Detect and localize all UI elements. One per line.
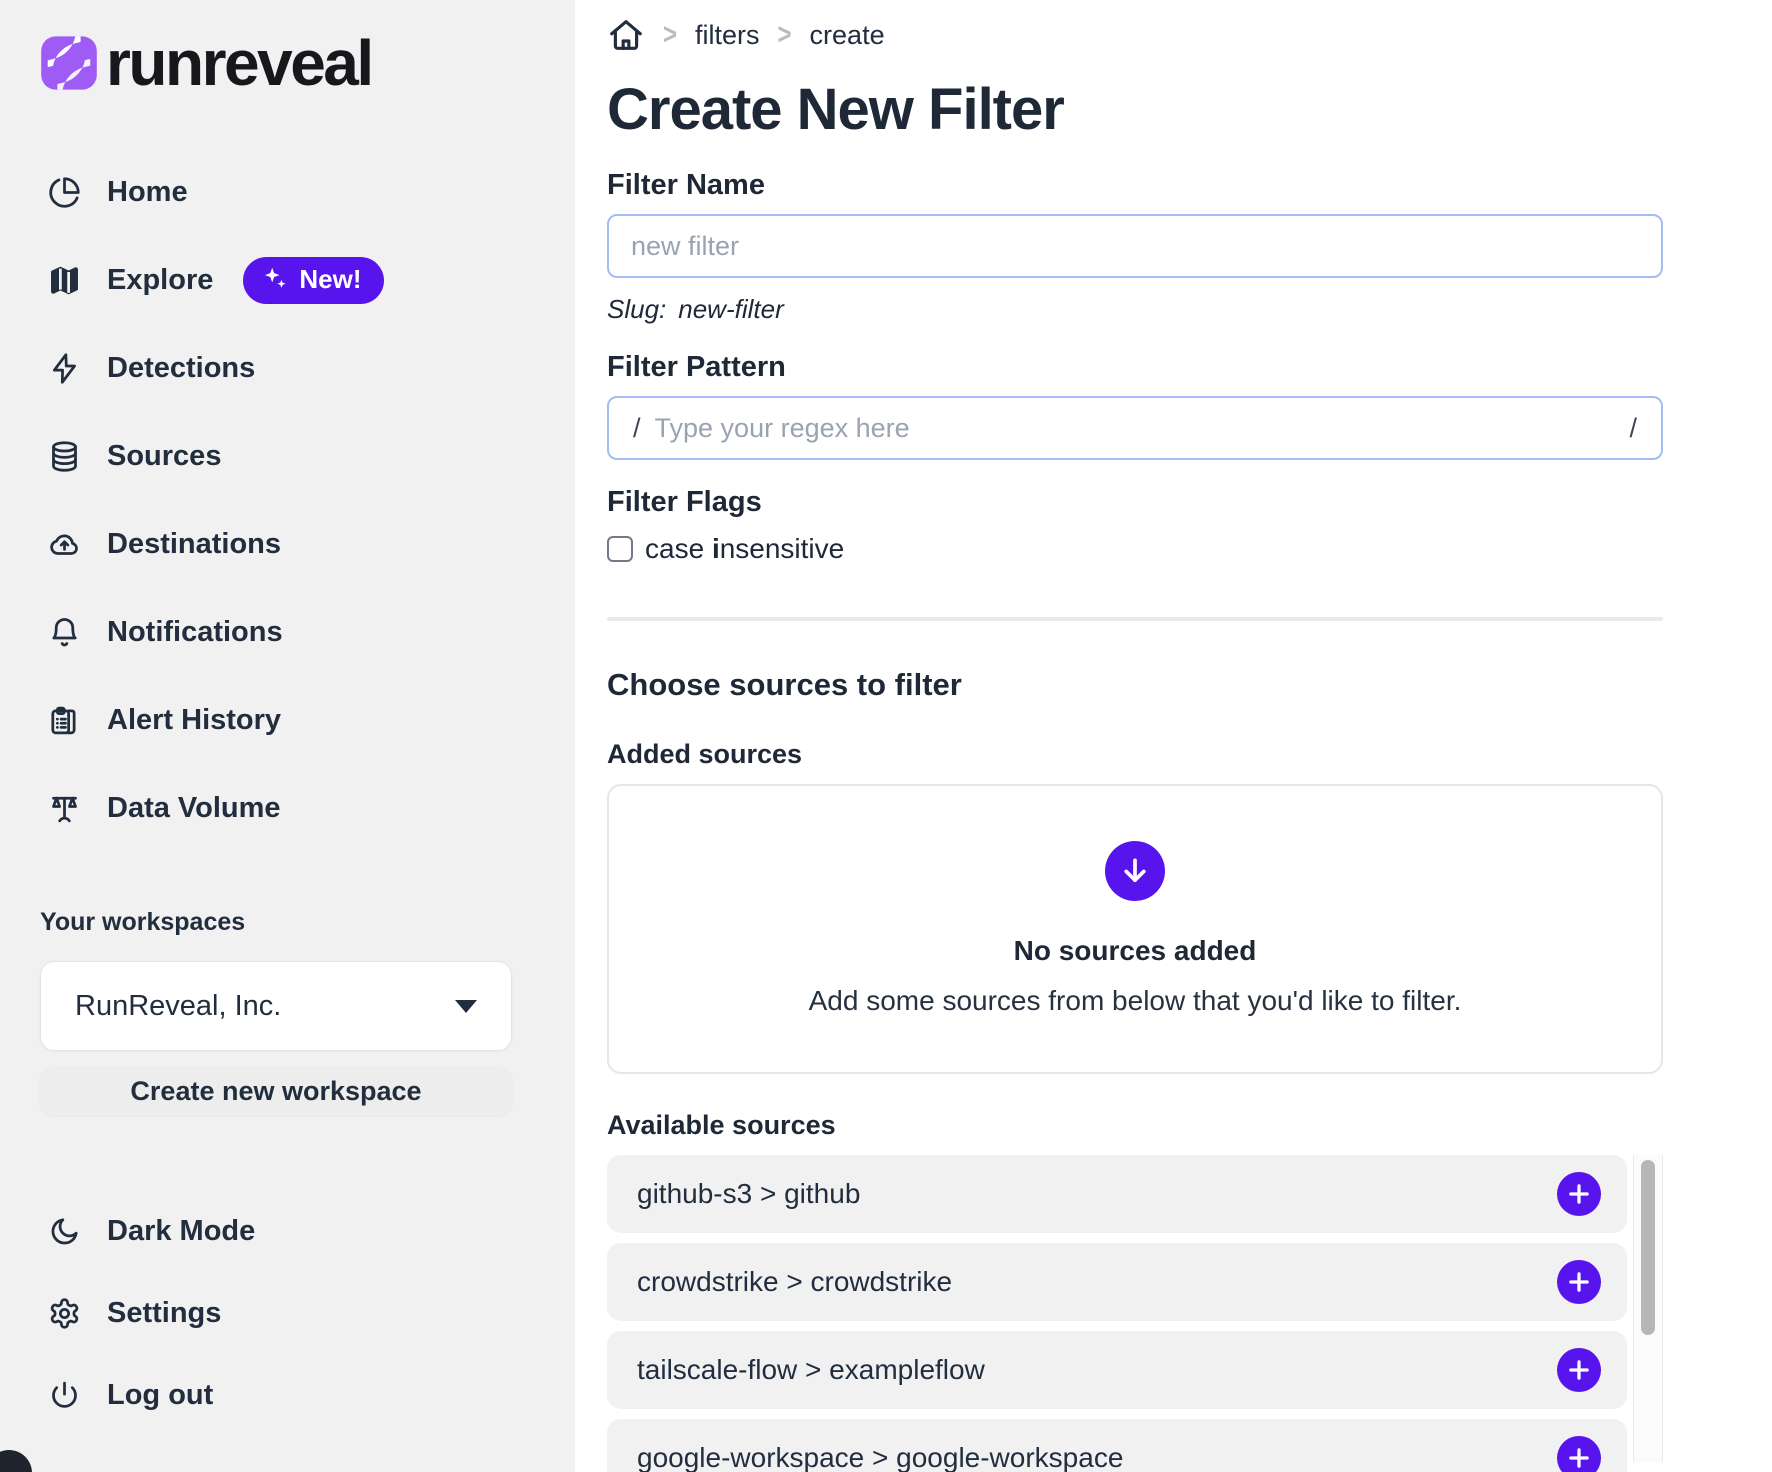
power-icon [48, 1379, 81, 1412]
cloud-upload-icon [48, 528, 81, 561]
case-insensitive-label: case insensitive [645, 533, 844, 565]
sparkles-icon [261, 265, 289, 293]
gear-icon [48, 1297, 81, 1330]
create-workspace-button[interactable]: Create new workspace [40, 1067, 512, 1115]
add-source-button[interactable] [1557, 1260, 1601, 1304]
sidebar-item-notifications[interactable]: Notifications [40, 610, 575, 654]
section-divider [607, 617, 1663, 621]
arrow-down-circle-icon [1105, 841, 1165, 901]
breadcrumb-separator: > [663, 18, 677, 53]
chevron-down-icon [455, 1000, 477, 1013]
dark-mode-toggle[interactable]: Dark Mode [40, 1209, 575, 1253]
sidebar-item-label: Sources [107, 440, 221, 473]
source-row-crowdstrike[interactable]: crowdstrike > crowdstrike [607, 1243, 1627, 1321]
added-sources-label: Added sources [607, 739, 1663, 770]
filter-pattern-input[interactable] [655, 413, 1616, 444]
workspace-select[interactable]: RunReveal, Inc. [40, 961, 512, 1051]
source-label: tailscale-flow > exampleflow [637, 1354, 985, 1386]
sidebar-item-label: Destinations [107, 528, 281, 561]
main-content: > filters > create Create New Filter Fil… [575, 0, 1772, 1472]
filter-pattern-label: Filter Pattern [607, 351, 1663, 384]
sidebar-item-label: Explore [107, 264, 213, 297]
moon-icon [48, 1215, 81, 1248]
logo-wordmark: runreveal [106, 26, 372, 100]
plus-icon [1566, 1181, 1592, 1207]
chat-widget-bubble[interactable] [0, 1450, 32, 1472]
sidebar-item-alert-history[interactable]: Alert History [40, 698, 575, 742]
logout-button[interactable]: Log out [40, 1373, 575, 1417]
breadcrumb-create[interactable]: create [810, 20, 885, 51]
sidebar-item-home[interactable]: Home [40, 170, 575, 214]
add-source-button[interactable] [1557, 1348, 1601, 1392]
added-sources-dropzone: No sources added Add some sources from b… [607, 784, 1663, 1074]
regex-close-delimiter: / [1629, 413, 1637, 444]
sources-scrollbar-track[interactable] [1633, 1155, 1663, 1462]
available-sources-list: github-s3 > github crowdstrike > crowdst… [607, 1155, 1627, 1472]
filter-name-input[interactable] [607, 214, 1663, 278]
source-row-google-workspace[interactable]: google-workspace > google-workspace [607, 1419, 1627, 1472]
sidebar-item-label: Notifications [107, 616, 283, 649]
runreveal-logo-icon [40, 34, 98, 92]
sidebar-nav: Home Explore New! Detections [40, 170, 575, 830]
source-row-github[interactable]: github-s3 > github [607, 1155, 1627, 1233]
sidebar-item-label: Alert History [107, 704, 281, 737]
database-icon [48, 440, 81, 473]
sidebar-item-label: Data Volume [107, 792, 281, 825]
explore-new-badge: New! [243, 257, 383, 304]
scales-icon [48, 792, 81, 825]
available-sources-panel: github-s3 > github crowdstrike > crowdst… [607, 1155, 1663, 1472]
sidebar-item-explore[interactable]: Explore New! [40, 258, 575, 302]
sidebar-footer-nav: Dark Mode Settings Log out [40, 1209, 575, 1417]
sidebar-item-detections[interactable]: Detections [40, 346, 575, 390]
plus-icon [1566, 1357, 1592, 1383]
empty-state-description: Add some sources from below that you'd l… [809, 985, 1462, 1017]
map-icon [48, 264, 81, 297]
sidebar: runreveal Home Explore New! [0, 0, 575, 1472]
plus-icon [1566, 1269, 1592, 1295]
slug-label: Slug: [607, 294, 666, 325]
breadcrumb-separator: > [778, 18, 792, 53]
add-source-button[interactable] [1557, 1172, 1601, 1216]
filter-pattern-field[interactable]: / / [607, 396, 1663, 460]
sidebar-item-destinations[interactable]: Destinations [40, 522, 575, 566]
filter-name-label: Filter Name [607, 169, 1663, 202]
case-insensitive-checkbox[interactable] [607, 536, 633, 562]
page-title: Create New Filter [607, 76, 1663, 143]
runreveal-logo[interactable]: runreveal [40, 30, 575, 96]
home-icon[interactable] [607, 16, 645, 54]
clipboard-list-icon [48, 704, 81, 737]
sources-scrollbar-thumb[interactable] [1641, 1160, 1655, 1335]
regex-open-delimiter: / [633, 413, 641, 444]
breadcrumb: > filters > create [607, 16, 1663, 54]
sidebar-item-label: Log out [107, 1379, 213, 1412]
settings-link[interactable]: Settings [40, 1291, 575, 1335]
sidebar-item-label: Detections [107, 352, 255, 385]
workspace-selected-value: RunReveal, Inc. [75, 990, 281, 1023]
empty-state-title: No sources added [1014, 935, 1257, 967]
lightning-icon [48, 352, 81, 385]
source-label: crowdstrike > crowdstrike [637, 1266, 952, 1298]
source-label: github-s3 > github [637, 1178, 860, 1210]
sidebar-item-label: Settings [107, 1297, 221, 1330]
sidebar-item-sources[interactable]: Sources [40, 434, 575, 478]
workspaces-heading: Your workspaces [40, 908, 575, 937]
source-label: google-workspace > google-workspace [637, 1442, 1123, 1472]
slug-line: Slug: new-filter [607, 294, 1663, 325]
sidebar-item-data-volume[interactable]: Data Volume [40, 786, 575, 830]
plus-icon [1566, 1445, 1592, 1471]
pie-chart-icon [48, 176, 81, 209]
add-source-button[interactable] [1557, 1436, 1601, 1472]
slug-value: new-filter [678, 294, 783, 325]
source-row-tailscale[interactable]: tailscale-flow > exampleflow [607, 1331, 1627, 1409]
choose-sources-heading: Choose sources to filter [607, 667, 1663, 703]
badge-label: New! [299, 264, 361, 295]
available-sources-label: Available sources [607, 1110, 1663, 1141]
sidebar-item-label: Home [107, 176, 188, 209]
sidebar-item-label: Dark Mode [107, 1215, 255, 1248]
case-insensitive-option[interactable]: case insensitive [607, 533, 1663, 565]
filter-flags-label: Filter Flags [607, 486, 1663, 519]
bell-icon [48, 616, 81, 649]
breadcrumb-filters[interactable]: filters [695, 20, 760, 51]
